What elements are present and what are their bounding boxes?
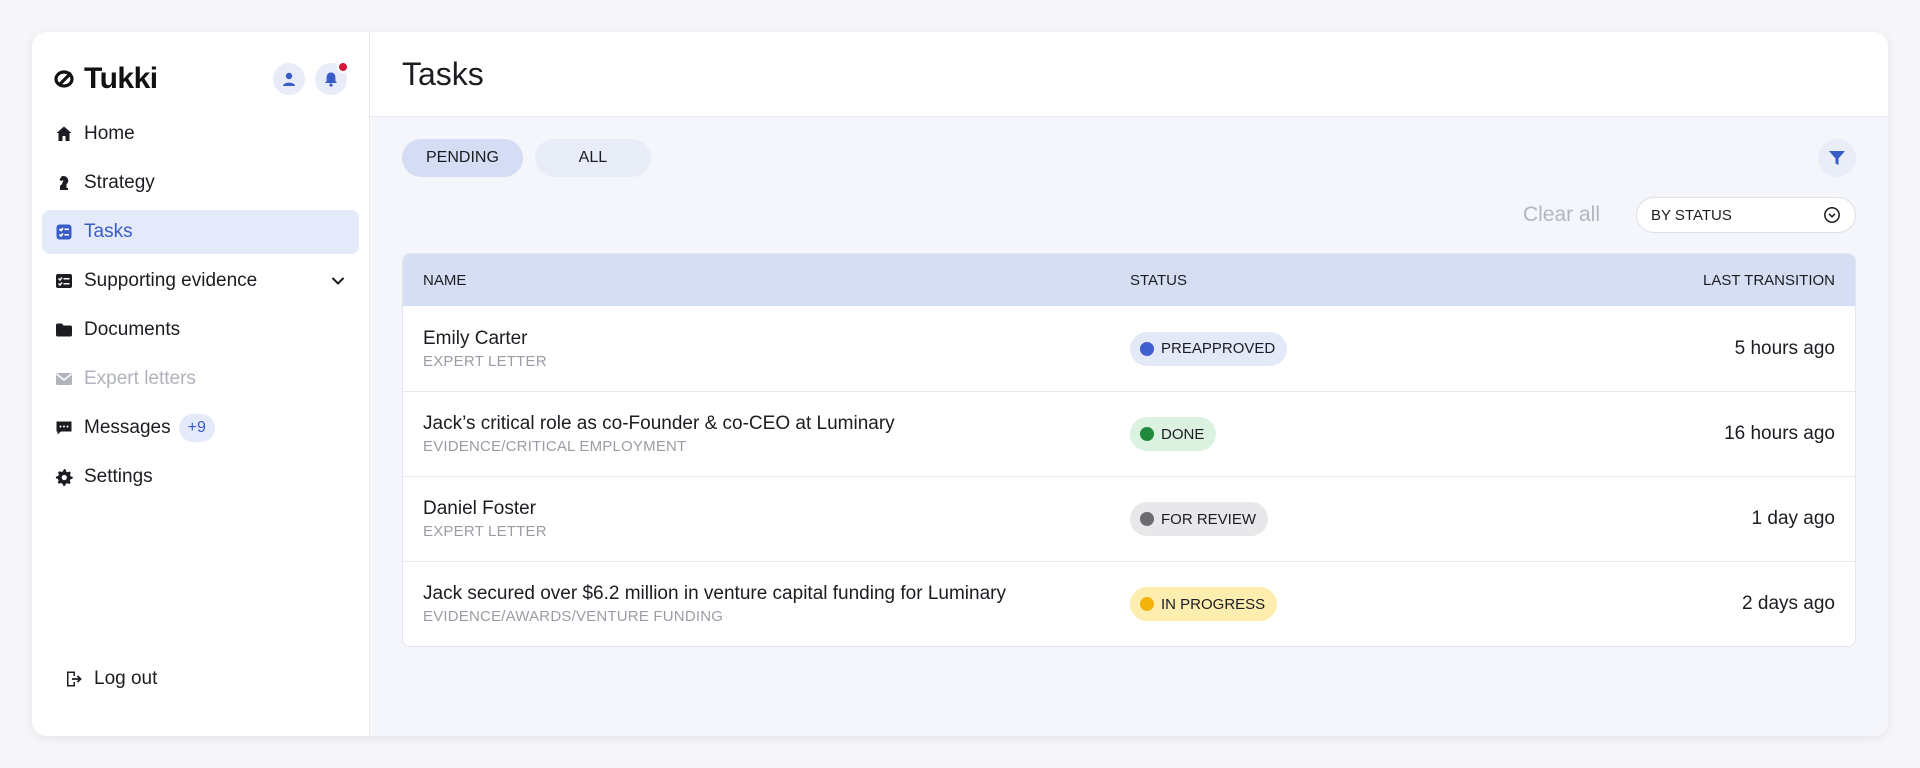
home-icon [54,124,74,144]
task-status-cell: FOR REVIEW [1130,502,1575,536]
task-category: EVIDENCE/CRITICAL EMPLOYMENT [423,438,687,455]
sort-select[interactable]: BY STATUS [1636,197,1856,233]
task-title: Daniel Foster [423,498,536,519]
sidebar-item-label: Settings [84,466,153,487]
tab-all[interactable]: ALL [534,139,651,177]
notification-dot [337,61,349,73]
brand-name: Tukki [84,62,158,95]
sidebar-item-messages[interactable]: Messages +9 [42,406,359,450]
task-name-cell: Jack’s critical role as co-Founder & co-… [423,413,1130,455]
user-icon [283,72,295,86]
tasks-icon [54,222,74,242]
profile-button[interactable] [273,63,305,95]
logo[interactable]: Tukki [54,62,158,96]
sidebar-item-expert-letters[interactable]: Expert letters [42,357,359,401]
messages-count-badge: +9 [178,414,215,442]
status-dot [1140,597,1154,611]
chevron-circle-down-icon [1824,207,1840,223]
tasks-panel: PENDING ALL Clear all BY STATUS NAME STA… [370,117,1888,736]
last-transition-cell: 2 days ago [1742,593,1835,614]
sidebar-item-label: Strategy [84,172,155,193]
logout-label: Log out [94,668,158,689]
table-row[interactable]: Daniel Foster EXPERT LETTER FOR REVIEW 1… [403,476,1855,561]
task-status-cell: DONE [1130,417,1575,451]
sidebar-item-label: Messages [84,417,171,438]
top-icons [273,61,349,95]
sidebar-nav: Home Strategy Tasks Supporting evidence [42,112,359,499]
status-label: PREAPPROVED [1161,340,1276,357]
status-tabs: PENDING ALL [402,139,1856,177]
task-category: EXPERT LETTER [423,352,547,370]
checklist-icon [54,271,74,291]
chess-knight-icon [54,173,74,193]
column-header-last-transition[interactable]: LAST TRANSITION [1575,272,1835,289]
column-header-status[interactable]: STATUS [1130,272,1575,289]
folder-icon [54,320,74,340]
sidebar-item-label: Expert letters [84,368,196,389]
logout-icon [64,669,84,689]
sidebar-item-supporting-evidence[interactable]: Supporting evidence [42,259,359,303]
last-transition-cell: 5 hours ago [1734,337,1835,359]
notifications-button[interactable] [315,61,349,95]
table-row[interactable]: Emily Carter EXPERT LETTER PREAPPROVED 5… [403,306,1855,391]
tasks-table: NAME STATUS LAST TRANSITION Emily Carter… [402,253,1856,647]
task-category: EXPERT LETTER [423,523,547,540]
column-header-name[interactable]: NAME [423,272,1130,289]
task-name-cell: Daniel Foster EXPERT LETTER [423,498,1130,540]
sidebar-item-label: Tasks [84,221,133,242]
status-label: DONE [1161,425,1205,443]
sidebar-item-strategy[interactable]: Strategy [42,161,359,205]
status-badge: IN PROGRESS [1130,587,1278,621]
table-row[interactable]: Jack’s critical role as co-Founder & co-… [403,391,1855,476]
sidebar-item-label: Supporting evidence [84,270,258,291]
brand-row: Tukki [42,58,359,100]
page-title: Tasks [402,55,484,92]
clear-all-button[interactable]: Clear all [1523,203,1600,227]
task-title: Jack’s critical role as co-Founder & co-… [423,413,895,434]
logo-mark-icon [54,70,74,88]
task-name-cell: Emily Carter EXPERT LETTER [423,328,1130,370]
status-badge: FOR REVIEW [1130,502,1269,536]
main-header: Tasks [370,32,1888,117]
envelope-icon [54,369,74,389]
bell-icon [325,72,337,87]
table-row[interactable]: Jack secured over $6.2 million in ventur… [403,561,1855,646]
logout-button[interactable]: Log out [52,657,169,701]
task-category: EVIDENCE/AWARDS/VENTURE FUNDING [423,608,724,625]
filter-button[interactable] [1818,139,1856,177]
chevron-down-icon[interactable] [329,272,347,290]
gear-icon [54,467,74,487]
sidebar-item-tasks[interactable]: Tasks [42,210,359,254]
status-dot [1140,341,1154,356]
status-badge: DONE [1130,417,1217,451]
sidebar-item-home[interactable]: Home [42,112,359,156]
chat-icon [54,418,74,438]
last-transition-cell: 16 hours ago [1724,423,1835,444]
status-dot [1140,427,1154,441]
sidebar-item-label: Home [84,123,135,144]
last-transition-cell: 1 day ago [1751,508,1835,529]
main-content: Tasks PENDING ALL Clear all BY STATUS NA… [370,32,1888,736]
sidebar-item-documents[interactable]: Documents [42,308,359,352]
task-name-cell: Jack secured over $6.2 million in ventur… [423,583,1130,625]
task-status-cell: PREAPPROVED [1130,331,1575,366]
sort-select-value: BY STATUS [1651,206,1732,224]
status-dot [1140,512,1154,526]
task-status-cell: IN PROGRESS [1130,587,1575,621]
tab-pending[interactable]: PENDING [402,139,523,177]
task-title: Jack secured over $6.2 million in ventur… [423,583,1006,604]
status-label: FOR REVIEW [1161,510,1257,528]
table-toolbar: Clear all BY STATUS [402,197,1856,233]
status-badge: PREAPPROVED [1130,331,1288,366]
sidebar: Tukki Home Strategy Tasks Supporting evi… [32,32,370,736]
sidebar-item-label: Documents [84,319,181,340]
app-window: Tukki Home Strategy Tasks Supporting evi… [32,32,1888,736]
sidebar-item-settings[interactable]: Settings [42,455,359,499]
filter-icon [1829,151,1845,165]
task-title: Emily Carter [423,327,528,349]
status-label: IN PROGRESS [1161,595,1266,613]
table-body: Emily Carter EXPERT LETTER PREAPPROVED 5… [403,306,1855,646]
table-header: NAME STATUS LAST TRANSITION [403,254,1855,306]
